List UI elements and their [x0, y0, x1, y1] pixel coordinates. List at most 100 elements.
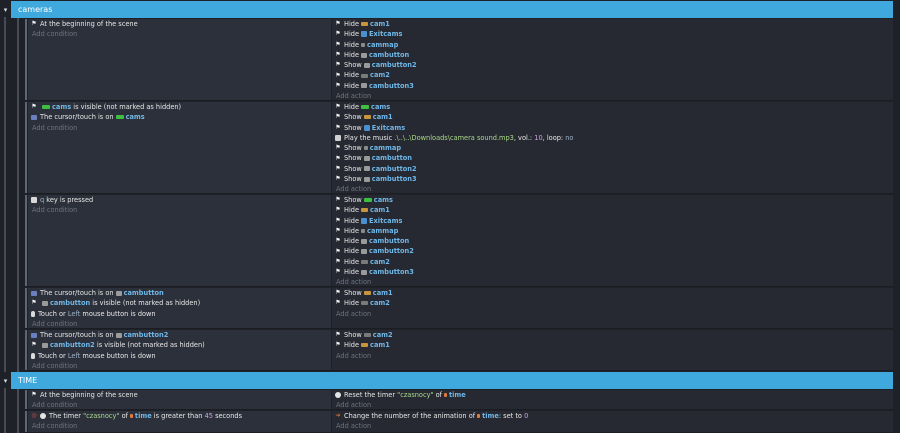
conditions-column[interactable]: ◎ The timer "czasnocy" of time is greater … — [28, 411, 331, 432]
add-condition-link[interactable]: Add condition — [28, 319, 331, 329]
add-action-link[interactable]: Add action — [332, 351, 893, 361]
loop-label: , loop: — [542, 133, 564, 142]
event-row[interactable]: ⚑ At the beginning of the scene Add cond… — [25, 19, 893, 101]
event-handle[interactable] — [25, 330, 27, 370]
add-action-link[interactable]: Add action — [332, 277, 893, 287]
event-row[interactable]: q key is pressed Add condition ⚑ Show cams… — [25, 195, 893, 287]
group-title[interactable]: cameras — [11, 1, 893, 18]
action-item[interactable]: ⚑ Show cambutton2 — [332, 60, 893, 70]
event-handle[interactable] — [25, 19, 27, 100]
action-item[interactable]: ⚑ Show cam1 — [332, 288, 893, 298]
action-item[interactable]: ⚑ Show Exitcams — [332, 123, 893, 133]
add-condition-link[interactable]: Add condition — [28, 361, 331, 371]
event-row[interactable]: The cursor/touch is on cambutton2 ⚑ cambut… — [25, 330, 893, 371]
actions-column[interactable]: ⚑ Show cam1 ⚑ Hide cam2 Add action — [332, 288, 893, 328]
condition-item[interactable]: ⚑ cams is visible (not marked as hidden) — [28, 102, 331, 112]
collapse-arrow-icon[interactable]: ▾ — [0, 1, 11, 18]
action-item[interactable]: ⚑ Hide cam2 — [332, 298, 893, 308]
condition-item[interactable]: The cursor/touch is on cams — [28, 112, 331, 122]
action-item[interactable]: ⚑ Hide cambutton2 — [332, 246, 893, 256]
action-item[interactable]: ⚑ Hide Exitcams — [332, 29, 893, 39]
event-row[interactable]: ⚑ cams is visible (not marked as hidden) … — [25, 102, 893, 194]
add-condition-link[interactable]: Add condition — [28, 400, 331, 410]
action-item[interactable]: ⚑ Hide cammap — [332, 40, 893, 50]
condition-item[interactable]: The cursor/touch is on cambutton2 — [28, 330, 331, 340]
action-item[interactable]: ⚑ Hide cambutton — [332, 236, 893, 246]
group-title[interactable]: TIME — [11, 372, 893, 389]
condition-item[interactable]: ⚑ cambutton is visible (not marked as hid… — [28, 298, 331, 308]
condition-item[interactable]: The cursor/touch is on cambutton — [28, 288, 331, 298]
add-action-link[interactable]: Add action — [332, 421, 893, 431]
event-row[interactable]: The cursor/touch is on cambutton ⚑ cambutt… — [25, 288, 893, 329]
action-item[interactable]: ⚑ Show cammap — [332, 143, 893, 153]
event-handle[interactable] — [25, 288, 27, 328]
actions-column[interactable]: ⚑ Show cams ⚑ Hide cam1 ⚑ Hide Exitcams ⚑ Hide c… — [332, 195, 893, 286]
action-item[interactable]: ⚑ Hide cam2 — [332, 70, 893, 80]
actions-column[interactable]: ⚑ Hide cams ⚑ Show cam1 ⚑ Show Exitcams Play t… — [332, 102, 893, 193]
add-action-link[interactable]: Add action — [332, 91, 893, 101]
condition-item[interactable]: ⚑ At the beginning of the scene — [28, 390, 331, 400]
condition-item[interactable]: ⚑ At the beginning of the scene — [28, 19, 331, 29]
action-text: Reset the timer — [344, 391, 396, 399]
conditions-column[interactable]: q key is pressed Add condition — [28, 195, 331, 286]
object-name: cam2 — [370, 299, 390, 308]
condition-item[interactable]: ⚑ cambutton2 is visible (not marked as hi… — [28, 340, 331, 350]
conditions-column[interactable]: The cursor/touch is on cambutton2 ⚑ cambut… — [28, 330, 331, 370]
conditions-column[interactable]: ⚑ At the beginning of the scene Add condi… — [28, 390, 331, 409]
event-handle[interactable] — [25, 102, 27, 193]
action-verb: Hide — [344, 50, 360, 59]
action-item[interactable]: ⚑ Hide cambutton3 — [332, 267, 893, 277]
actions-column[interactable]: ⚑ Hide cam1 ⚑ Hide Exitcams ⚑ Hide cammap ⚑ Hid… — [332, 19, 893, 100]
actions-column[interactable]: ⚑ Show cam2 ⚑ Hide cam1 Add action — [332, 330, 893, 370]
action-item[interactable]: ⚑ Hide cams — [332, 102, 893, 112]
event-handle[interactable] — [25, 390, 27, 409]
action-item[interactable]: ➔ Change the number of the animation of ti… — [332, 411, 893, 421]
action-item[interactable]: ⚑ Show cambutton — [332, 153, 893, 163]
event-row[interactable]: ◎ The timer "czasnocy" of time is greater … — [25, 411, 893, 433]
action-item[interactable]: ⚑ Show cambutton2 — [332, 164, 893, 174]
event-row[interactable]: ⚑ At the beginning of the scene Add condi… — [25, 390, 893, 410]
actions-column[interactable]: Reset the timer "czasnocy" of time Add ac… — [332, 390, 893, 409]
action-item[interactable]: ⚑ Hide cam1 — [332, 205, 893, 215]
add-action-link[interactable]: Add action — [332, 309, 893, 319]
action-item[interactable]: ⚑ Hide cam1 — [332, 340, 893, 350]
conditions-column[interactable]: ⚑ At the beginning of the scene Add cond… — [28, 19, 331, 100]
add-action-link[interactable]: Add action — [332, 400, 893, 410]
conditions-column[interactable]: ⚑ cams is visible (not marked as hidden) … — [28, 102, 331, 193]
add-action-link[interactable]: Add action — [332, 184, 893, 194]
action-item[interactable]: ⚑ Hide cambutton3 — [332, 81, 893, 91]
add-condition-link[interactable]: Add condition — [28, 421, 331, 431]
action-verb: Hide — [344, 341, 360, 350]
object-name: cam1 — [372, 113, 393, 122]
action-item[interactable]: ⚑ Hide Exitcams — [332, 216, 893, 226]
action-text: : set to — [498, 412, 522, 420]
condition-item[interactable]: Touch or Left mouse button is down — [28, 351, 331, 361]
sprite-thumbnail — [361, 249, 368, 255]
condition-item[interactable]: q key is pressed — [28, 195, 331, 205]
add-condition-link[interactable]: Add condition — [28, 123, 331, 133]
condition-item[interactable]: Touch or Left mouse button is down — [28, 309, 331, 319]
event-handle[interactable] — [25, 411, 27, 432]
object-name: cambutton — [50, 299, 91, 308]
condition-item[interactable]: ◎ The timer "czasnocy" of time is greater … — [28, 411, 331, 421]
add-condition-link[interactable]: Add condition — [28, 29, 331, 39]
action-item[interactable]: ⚑ Show cambutton3 — [332, 174, 893, 184]
action-item[interactable]: ⚑ Show cams — [332, 195, 893, 205]
action-verb: Hide — [344, 30, 360, 39]
event-handle[interactable] — [25, 195, 27, 286]
conditions-column[interactable]: The cursor/touch is on cambutton ⚑ cambutt… — [28, 288, 331, 328]
collapse-arrow-icon[interactable]: ▾ — [0, 372, 11, 389]
action-item[interactable]: ⚑ Hide cam2 — [332, 257, 893, 267]
invert-condition-icon: ◎ — [31, 412, 37, 420]
action-item[interactable]: ⚑ Hide cammap — [332, 226, 893, 236]
group-cameras[interactable]: ▾ cameras — [0, 1, 893, 18]
group-time[interactable]: ▾ TIME — [0, 372, 893, 389]
add-condition-link[interactable]: Add condition — [28, 205, 331, 215]
actions-column[interactable]: ➔ Change the number of the animation of ti… — [332, 411, 893, 432]
action-item[interactable]: ⚑ Hide cambutton — [332, 50, 893, 60]
action-item[interactable]: ⚑ Hide cam1 — [332, 19, 893, 29]
action-item[interactable]: Reset the timer "czasnocy" of time — [332, 390, 893, 400]
action-item[interactable]: ⚑ Show cam1 — [332, 112, 893, 122]
action-item[interactable]: ⚑ Show cam2 — [332, 330, 893, 340]
action-item[interactable]: Play the music .\..\..\Downloads\camera … — [332, 133, 893, 143]
